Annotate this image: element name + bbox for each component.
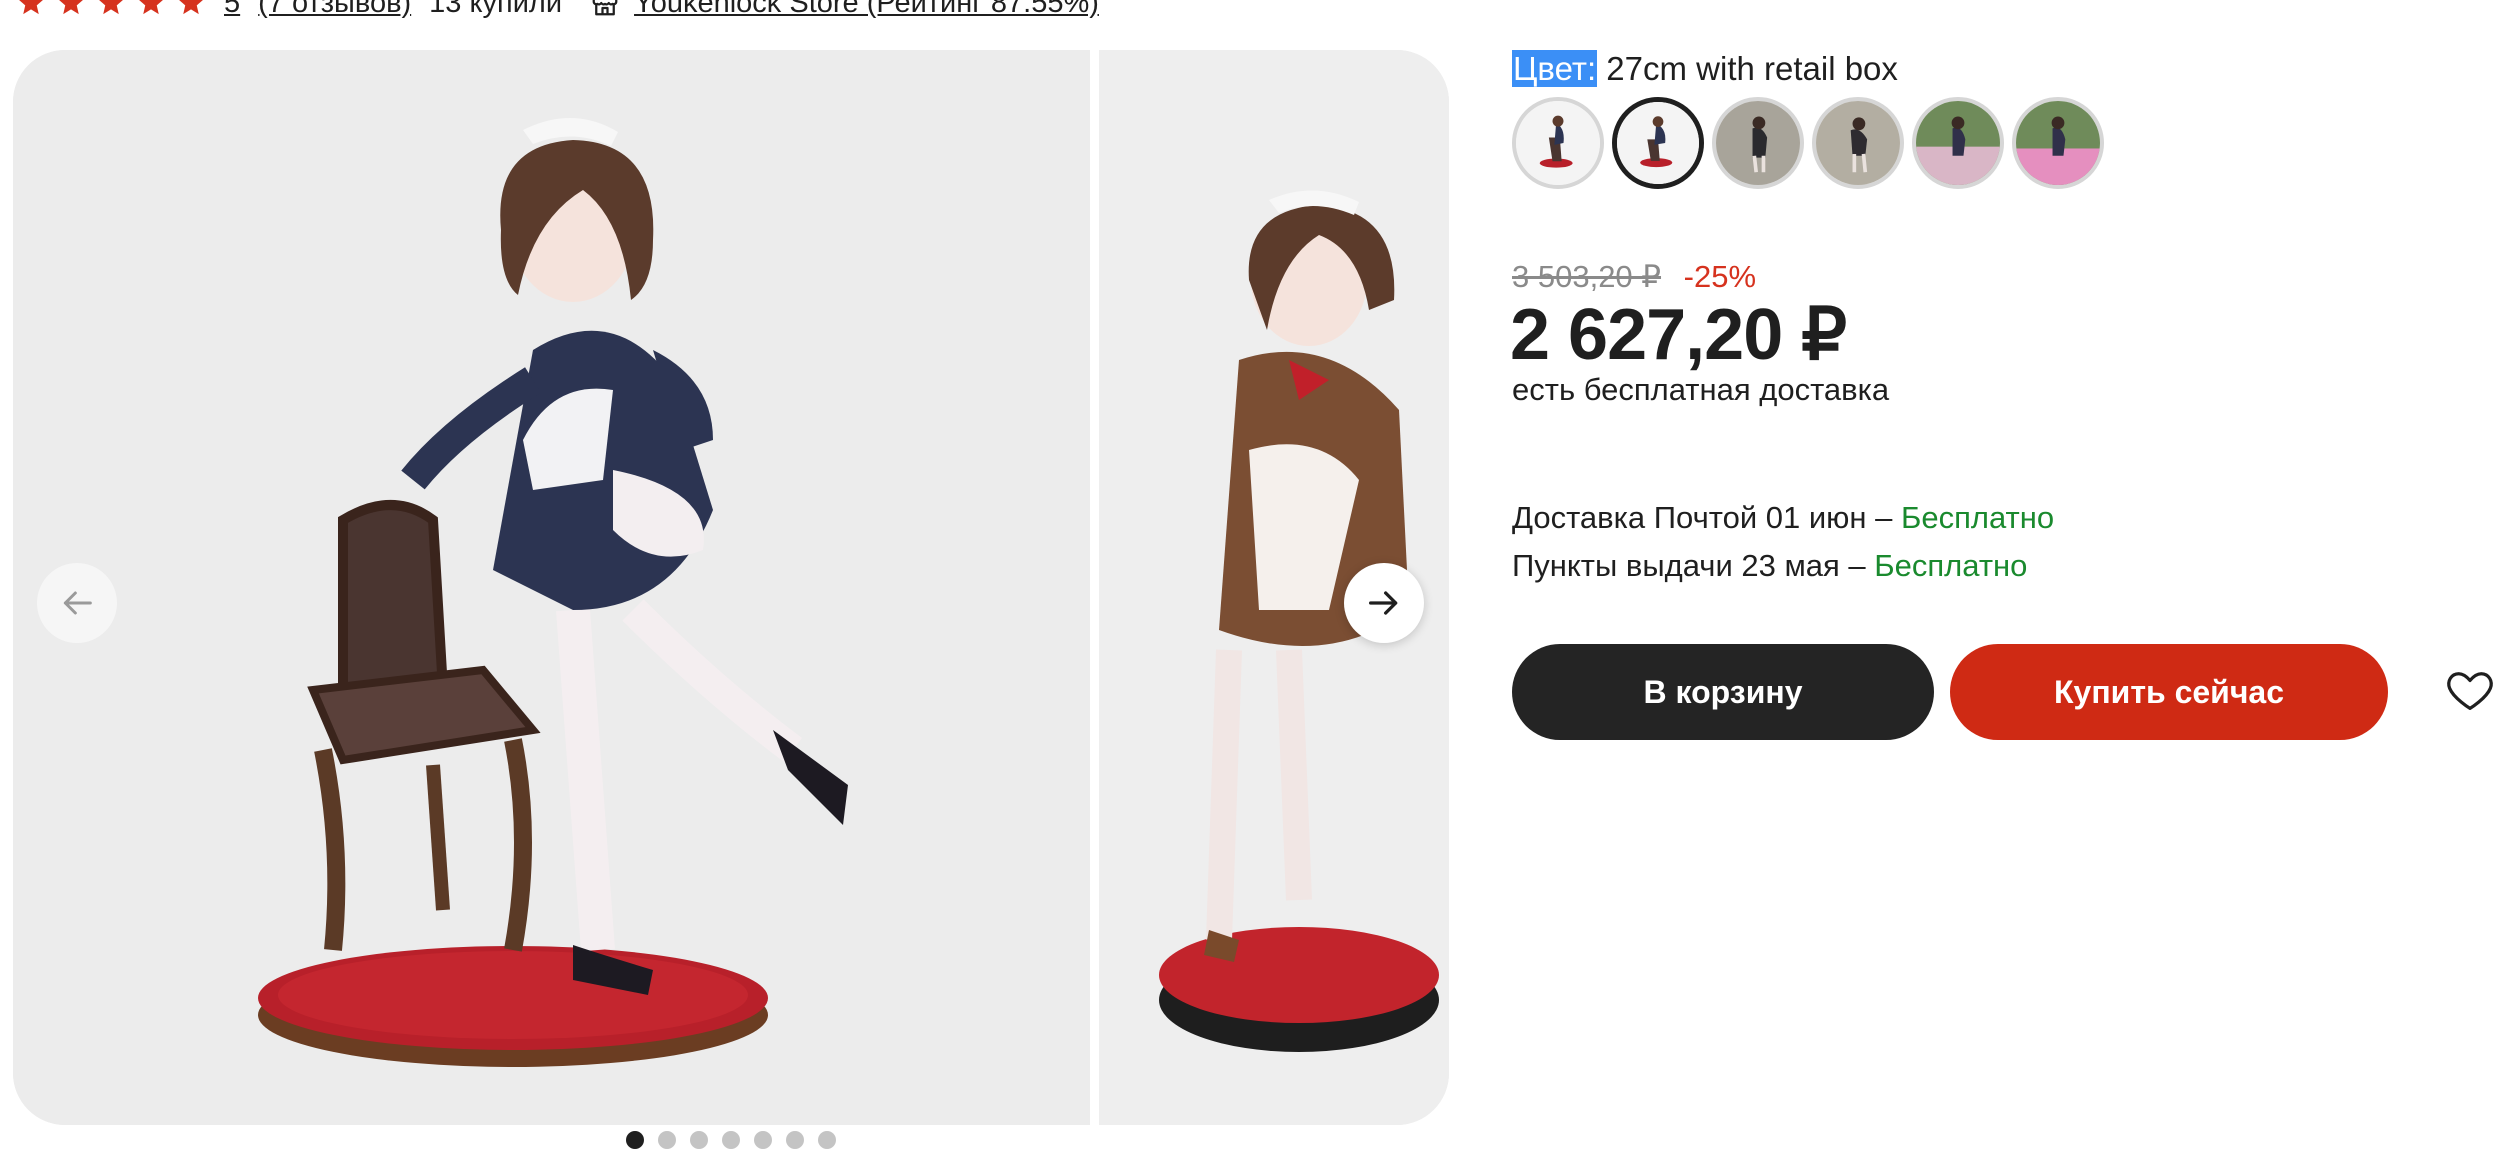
star-icon [99,0,123,15]
delivery-mail-label: Доставка Почтой 01 июн – [1512,500,1893,535]
star-rating [16,0,206,18]
slide-divider [1090,50,1099,1125]
product-image-main[interactable] [13,50,1090,1125]
color-swatch-selected[interactable] [1612,97,1704,189]
store-link[interactable]: Youkenlock Store (Рейтинг 87.55%) [634,0,1099,20]
delivery-pickup-cost: Бесплатно [1874,548,2028,583]
gallery-prev-button[interactable] [37,563,117,643]
star-icon [139,0,163,15]
color-swatch[interactable] [1512,97,1604,189]
gallery-dot[interactable] [658,1131,676,1149]
discount-badge: -25% [1683,259,1757,294]
product-gallery [13,50,1449,1125]
old-price: 3 503,20 ₽ [1512,259,1662,294]
arrow-right-icon [1369,591,1398,615]
color-value: 27cm with retail box [1606,50,1898,87]
gallery-dot[interactable] [818,1131,836,1149]
gallery-dot[interactable] [786,1131,804,1149]
rating-score[interactable]: 5 [224,0,240,20]
reviews-link[interactable]: (7 отзывов) [258,0,411,20]
delivery-pickup: Пункты выдачи 23 мая – Бесплатно [1512,548,2027,584]
old-price-line: 3 503,20 ₽ -25% [1512,259,1756,295]
figure-illustration [258,117,848,1067]
color-selector-label: Цвет: 27cm with retail box [1512,50,1898,88]
delivery-pickup-label: Пункты выдачи 23 мая – [1512,548,1866,583]
free-delivery-note: есть бесплатная доставка [1512,372,1890,407]
color-swatch[interactable] [1912,97,2004,189]
buy-now-button[interactable]: Купить сейчас [1950,644,2388,740]
color-swatch[interactable] [1812,97,1904,189]
color-swatch[interactable] [1712,97,1804,189]
delivery-mail-cost: Бесплатно [1901,500,2055,535]
star-icon [19,0,43,15]
store-icon [592,0,618,16]
add-to-cart-button[interactable]: В корзину [1512,644,1934,740]
gallery-dot[interactable] [754,1131,772,1149]
purchases-count: 13 купили [429,0,563,19]
gallery-next-button[interactable] [1344,563,1424,643]
rating-strip: 5 (7 отзывов) 13 купили Youkenlock Store… [16,0,1099,20]
star-icon [179,0,203,15]
arrow-left-icon [63,591,92,615]
color-label: Цвет: [1512,50,1598,87]
gallery-dot[interactable] [626,1131,644,1149]
color-swatch[interactable] [2012,97,2104,189]
current-price: 2 627,20 ₽ [1510,295,1847,375]
gallery-dot[interactable] [690,1131,708,1149]
gallery-pagination [626,1131,836,1149]
heart-icon[interactable] [2444,664,2496,716]
delivery-mail: Доставка Почтой 01 июн – Бесплатно [1512,500,2054,536]
gallery-dot[interactable] [722,1131,740,1149]
star-icon [59,0,83,15]
color-swatches [1512,97,2104,189]
